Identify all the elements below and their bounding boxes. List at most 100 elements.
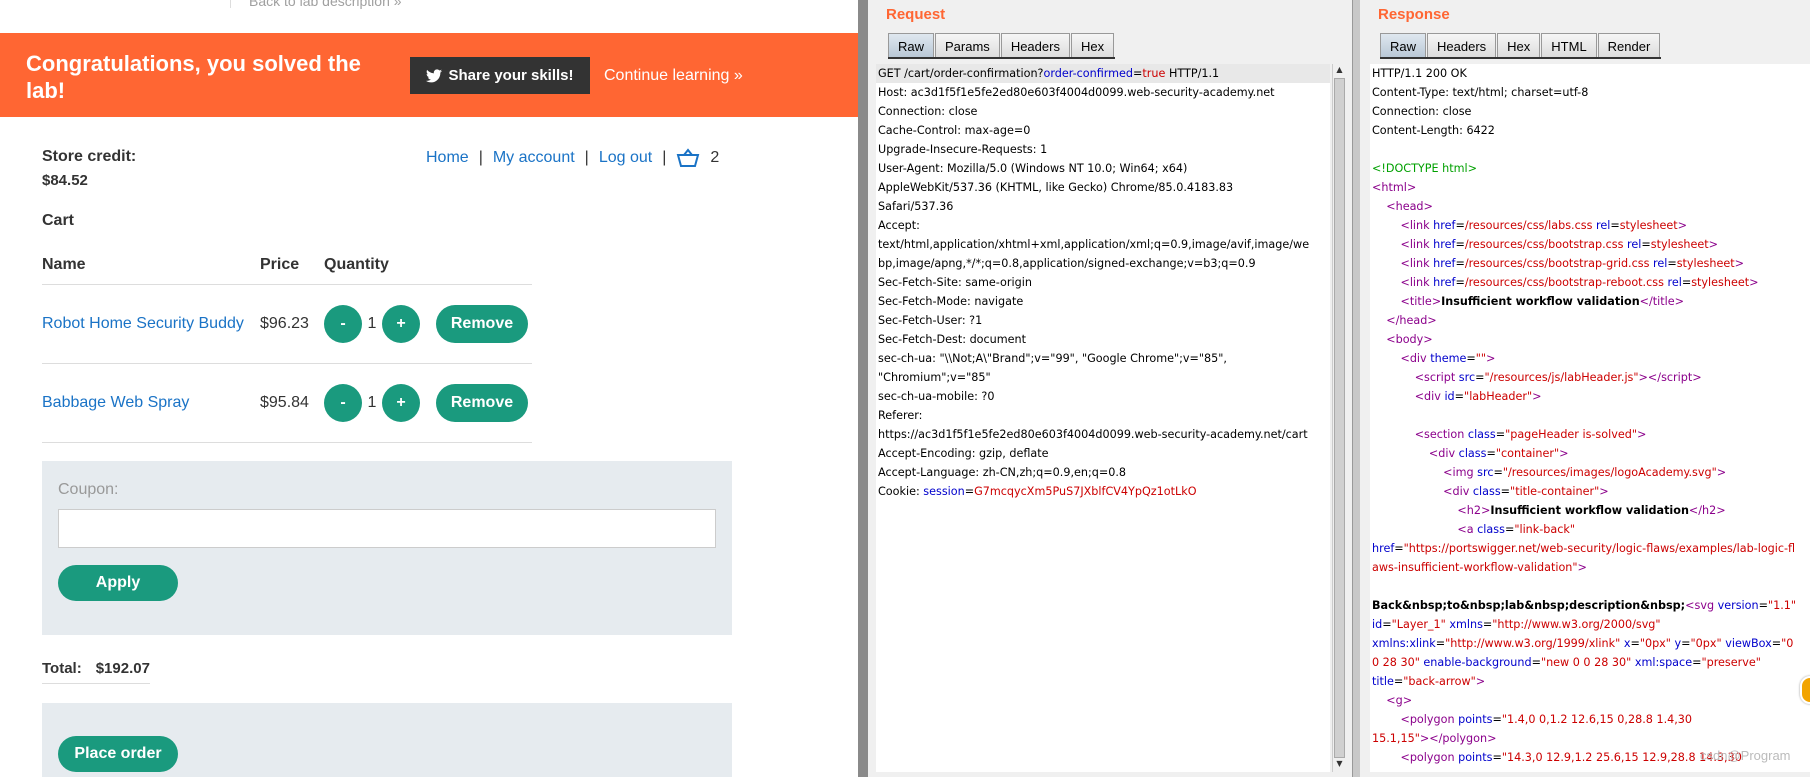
tab-hex[interactable]: Hex bbox=[1070, 33, 1115, 57]
request-header-line: Accept-Encoding: gzip, deflate bbox=[878, 447, 1049, 460]
column-header-quantity: Quantity bbox=[324, 256, 532, 285]
code-line: <html> bbox=[1372, 181, 1417, 194]
request-header-line: "Chromium";v="85" bbox=[878, 371, 991, 384]
total-value: $192.07 bbox=[95, 660, 150, 677]
request-header-line: Referer: bbox=[878, 409, 923, 422]
cart-count: 2 bbox=[710, 149, 720, 166]
request-header-line: Cache-Control: max-age=0 bbox=[878, 124, 1031, 137]
nav-home-link[interactable]: Home bbox=[426, 149, 469, 167]
code-line: aws-insufficient-workflow-validation"> bbox=[1372, 561, 1587, 574]
response-header-line: Content-Length: 6422 bbox=[1372, 124, 1495, 137]
continue-learning-link[interactable]: Continue learning » bbox=[604, 57, 743, 94]
request-line: GET /cart/order-confirmation?order-confi… bbox=[876, 64, 1330, 83]
cart-total: Total: $192.07 bbox=[42, 660, 150, 684]
request-editor[interactable]: GET /cart/order-confirmation?order-confi… bbox=[876, 64, 1330, 772]
request-header-line: Sec-Fetch-Dest: document bbox=[878, 333, 1027, 346]
request-header-line: Upgrade-Insecure-Requests: 1 bbox=[878, 143, 1048, 156]
code-line: <div class="title-container"> bbox=[1443, 485, 1609, 498]
request-scrollbar[interactable]: ▲ ▼ bbox=[1332, 64, 1346, 772]
coupon-input[interactable] bbox=[58, 509, 716, 548]
request-header-line: Safari/537.36 bbox=[878, 200, 954, 213]
response-editor[interactable]: HTTP/1.1 200 OK Content-Type: text/html;… bbox=[1370, 64, 1810, 772]
remove-button[interactable]: Remove bbox=[436, 383, 528, 422]
response-header-line: Content-Type: text/html; charset=utf-8 bbox=[1372, 86, 1589, 99]
response-tabs: Raw Headers Hex HTML Render bbox=[1380, 33, 1662, 59]
code-line: Back&nbsp;to&nbsp;lab&nbsp;description&n… bbox=[1372, 599, 1797, 612]
code-line: <polygon points="1.4,0 0,1.2 12.6,15 0,2… bbox=[1400, 713, 1693, 726]
code-line: 0 28 30" enable-background="new 0 0 28 3… bbox=[1372, 656, 1761, 669]
code-line: 15.1,15"></polygon> bbox=[1372, 732, 1497, 745]
request-header-line: Connection: close bbox=[878, 105, 978, 118]
pane-divider[interactable] bbox=[1352, 0, 1360, 777]
code-line: </head> bbox=[1386, 314, 1437, 327]
response-title: Response bbox=[1378, 6, 1450, 23]
code-line: <h2>Insufficient workflow validation</h2… bbox=[1457, 504, 1726, 517]
code-line: <script src="/resources/js/labHeader.js"… bbox=[1414, 371, 1702, 384]
scroll-down-icon[interactable]: ▼ bbox=[1334, 758, 1345, 770]
share-label: Share your skills! bbox=[448, 67, 574, 84]
code-line: <body> bbox=[1386, 333, 1433, 346]
tab-hex[interactable]: Hex bbox=[1497, 33, 1541, 57]
request-header-line: text/html,application/xhtml+xml,applicat… bbox=[878, 238, 1310, 251]
code-line: <!DOCTYPE html> bbox=[1372, 162, 1477, 175]
request-header-line: Sec-Fetch-User: ?1 bbox=[878, 314, 983, 327]
tab-headers[interactable]: Headers bbox=[1000, 33, 1070, 57]
scroll-up-icon[interactable]: ▲ bbox=[1334, 64, 1345, 76]
column-header-price: Price bbox=[260, 256, 324, 285]
cart-icon[interactable] bbox=[676, 148, 700, 168]
request-header-line: sec-ch-ua: "\\Not;A\"Brand";v="99", "Goo… bbox=[878, 352, 1227, 365]
code-line: <a class="link-back" bbox=[1457, 523, 1576, 536]
response-header-line: HTTP/1.1 200 OK bbox=[1372, 67, 1467, 80]
burp-notification-icon[interactable] bbox=[1800, 676, 1810, 704]
scroll-thumb[interactable] bbox=[1334, 78, 1345, 758]
decrease-quantity-button[interactable]: - bbox=[324, 304, 362, 343]
request-header-line: Accept-Language: zh-CN,zh;q=0.9,en;q=0.8 bbox=[878, 466, 1127, 479]
code-line: href="https://portswigger.net/web-securi… bbox=[1372, 542, 1796, 555]
request-header-line: bp,image/apng,*/*;q=0.8,application/sign… bbox=[878, 257, 1256, 270]
tab-render[interactable]: Render bbox=[1597, 33, 1661, 57]
remove-button[interactable]: Remove bbox=[436, 304, 528, 343]
code-line: <link href=/resources/css/bootstrap.css … bbox=[1400, 238, 1719, 251]
pane-divider[interactable] bbox=[858, 0, 868, 777]
store-credit-label: Store credit: bbox=[42, 148, 137, 165]
tab-raw[interactable]: Raw bbox=[888, 33, 935, 57]
increase-quantity-button[interactable]: + bbox=[382, 383, 420, 422]
request-header-line: Accept: bbox=[878, 219, 920, 232]
request-tabs: Raw Params Headers Hex bbox=[888, 33, 1116, 59]
increase-quantity-button[interactable]: + bbox=[382, 304, 420, 343]
share-skills-button[interactable]: Share your skills! bbox=[410, 57, 590, 94]
tab-params[interactable]: Params bbox=[935, 33, 1000, 57]
product-link[interactable]: Babbage Web Spray bbox=[42, 394, 189, 411]
response-pane: Response Raw Headers Hex HTML Render HTT… bbox=[1360, 0, 1810, 777]
apply-coupon-button[interactable]: Apply bbox=[58, 565, 178, 601]
code-line: title="back-arrow"> bbox=[1372, 675, 1486, 688]
place-order-button[interactable]: Place order bbox=[58, 736, 178, 772]
product-link[interactable]: Robot Home Security Buddy bbox=[42, 315, 244, 332]
nav-my-account-link[interactable]: My account bbox=[493, 149, 575, 167]
code-line: id="Layer_1" xmlns="http://www.w3.org/20… bbox=[1372, 618, 1661, 631]
place-order-panel: Place order bbox=[42, 703, 732, 777]
back-to-lab-link[interactable]: Back to lab description » bbox=[230, 0, 402, 8]
code-line: <div id="labHeader"> bbox=[1414, 390, 1542, 403]
request-pane: Request Raw Params Headers Hex GET /cart… bbox=[868, 0, 1352, 777]
request-header-line: sec-ch-ua-mobile: ?0 bbox=[878, 390, 995, 403]
table-row: Babbage Web Spray $95.84 -1 + Remove bbox=[42, 363, 532, 443]
store-credit-value: $84.52 bbox=[42, 172, 88, 189]
request-header-line: AppleWebKit/537.36 (KHTML, like Gecko) C… bbox=[878, 181, 1234, 194]
decrease-quantity-button[interactable]: - bbox=[324, 383, 362, 422]
response-header-line: Connection: close bbox=[1372, 105, 1472, 118]
tab-headers[interactable]: Headers bbox=[1427, 33, 1497, 57]
nav-separator: | bbox=[584, 149, 589, 166]
nav-logout-link[interactable]: Log out bbox=[599, 149, 652, 167]
quantity-value: 1 bbox=[367, 314, 377, 332]
tab-html[interactable]: HTML bbox=[1541, 33, 1597, 57]
request-header-line: https://ac3d1f5f1e5fe2ed80e603f4004d0099… bbox=[878, 428, 1308, 441]
request-header-line: Sec-Fetch-Mode: navigate bbox=[878, 295, 1024, 308]
coupon-label: Coupon: bbox=[58, 481, 119, 498]
tab-raw[interactable]: Raw bbox=[1380, 33, 1427, 57]
product-price: $95.84 bbox=[260, 363, 324, 443]
code-line: <div class="container"> bbox=[1428, 447, 1569, 460]
